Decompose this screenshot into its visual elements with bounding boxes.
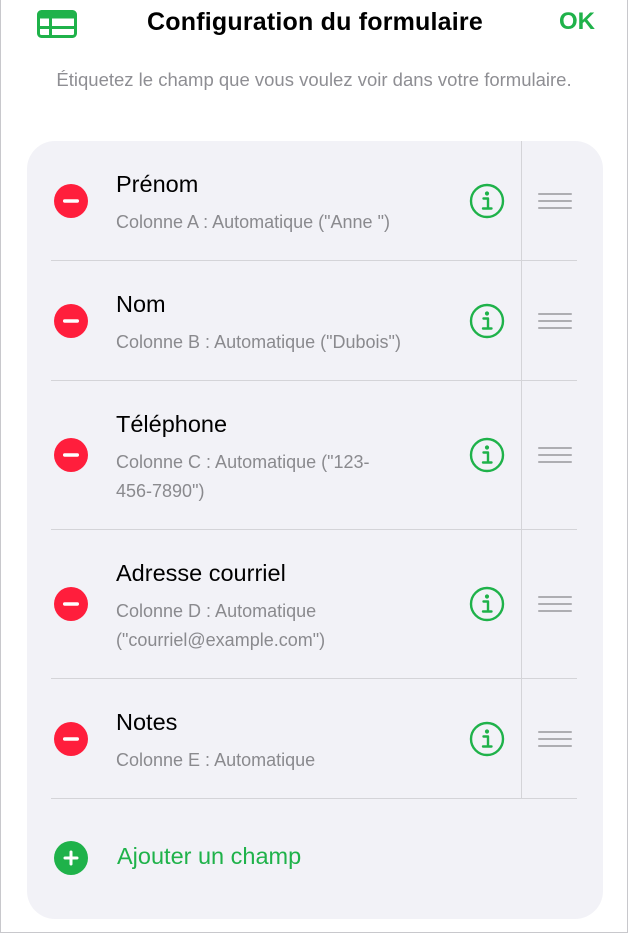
- delete-field-button[interactable]: [54, 438, 88, 472]
- field-name[interactable]: Nom: [116, 291, 166, 318]
- field-description: Colonne A : Automatique ("Anne "): [116, 212, 390, 232]
- info-circle-icon: [469, 183, 505, 219]
- drag-handle-icon: [538, 731, 572, 747]
- drag-handle-icon: [538, 596, 572, 612]
- field-description: Colonne D : Automatique ("courriel@examp…: [116, 601, 326, 650]
- field-info-button[interactable]: [469, 303, 505, 339]
- reorder-handle[interactable]: [538, 311, 572, 331]
- add-field-label: Ajouter un champ: [117, 843, 302, 869]
- minus-circle-icon: [54, 184, 88, 218]
- info-circle-icon: [469, 437, 505, 473]
- info-circle-icon: [469, 586, 505, 622]
- field-row: Téléphone Colonne C : Automatique ("123-…: [27, 381, 603, 530]
- header: Configuration du formulaire OK: [1, 0, 628, 50]
- delete-field-button[interactable]: [54, 304, 88, 338]
- page-title: Configuration du formulaire: [147, 8, 483, 36]
- minus-circle-icon: [54, 587, 88, 621]
- field-row: Prénom Colonne A : Automatique ("Anne "): [27, 141, 603, 261]
- reorder-handle[interactable]: [538, 445, 572, 465]
- drag-handle-icon: [538, 193, 572, 209]
- delete-field-button[interactable]: [54, 587, 88, 621]
- delete-field-button[interactable]: [54, 722, 88, 756]
- field-info-button[interactable]: [469, 183, 505, 219]
- field-info-button[interactable]: [469, 721, 505, 757]
- reorder-handle[interactable]: [538, 729, 572, 749]
- info-circle-icon: [469, 721, 505, 757]
- field-info-button[interactable]: [469, 586, 505, 622]
- minus-circle-icon: [54, 722, 88, 756]
- reorder-handle[interactable]: [538, 594, 572, 614]
- field-info-button[interactable]: [469, 437, 505, 473]
- field-description: Colonne B : Automatique ("Dubois"): [116, 332, 401, 352]
- field-row: Notes Colonne E : Automatique: [27, 679, 603, 799]
- plus-circle-icon: [54, 841, 88, 875]
- drag-handle-icon: [538, 313, 572, 329]
- field-row: Nom Colonne B : Automatique ("Dubois"): [27, 261, 603, 381]
- field-description: Colonne E : Automatique: [116, 750, 316, 770]
- fields-list: Prénom Colonne A : Automatique ("Anne "): [27, 141, 603, 919]
- field-description: Colonne C : Automatique ("123-456-7890"): [116, 452, 370, 501]
- add-field-button[interactable]: Ajouter un champ: [27, 799, 603, 919]
- field-name[interactable]: Notes: [116, 709, 177, 736]
- minus-circle-icon: [54, 304, 88, 338]
- info-circle-icon: [469, 303, 505, 339]
- reorder-handle[interactable]: [538, 191, 572, 211]
- ok-button[interactable]: OK: [559, 8, 595, 36]
- field-name[interactable]: Adresse courriel: [116, 560, 286, 587]
- field-row: Adresse courriel Colonne D : Automatique…: [27, 530, 603, 679]
- delete-field-button[interactable]: [54, 184, 88, 218]
- instructions-text: Étiquetez le champ que vous voulez voir …: [56, 69, 572, 90]
- field-name[interactable]: Prénom: [116, 171, 198, 198]
- field-name[interactable]: Téléphone: [116, 411, 227, 438]
- drag-handle-icon: [538, 447, 572, 463]
- form-config-panel: Configuration du formulaire OK Étiquetez…: [0, 0, 628, 933]
- minus-circle-icon: [54, 438, 88, 472]
